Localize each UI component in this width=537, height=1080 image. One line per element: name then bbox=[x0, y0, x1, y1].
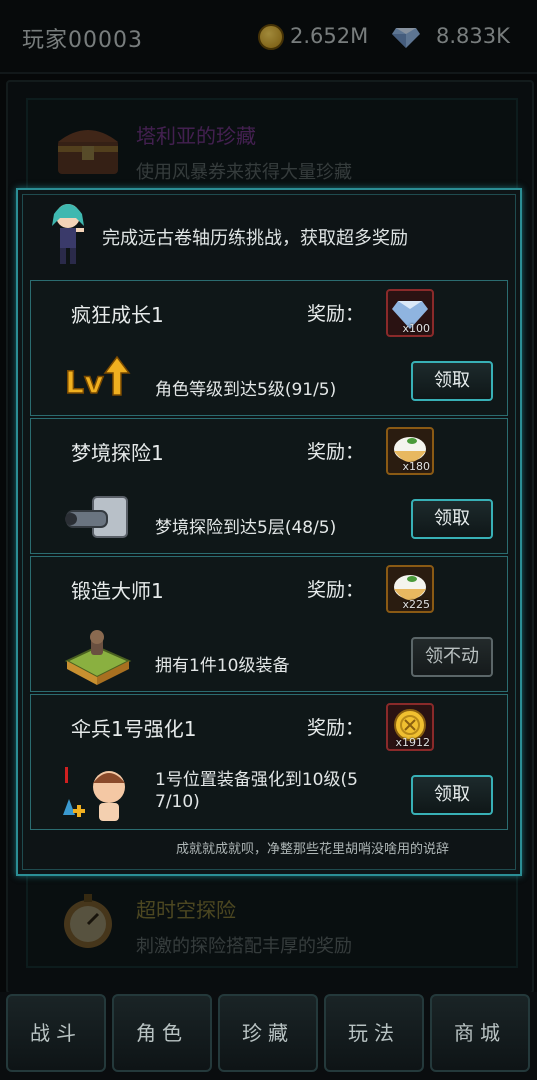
bottom-tab-bar: 战斗 角色 珍藏 玩法 商城 bbox=[0, 992, 537, 1080]
reward-label: 奖励： bbox=[307, 579, 365, 601]
enhance-character-icon bbox=[63, 767, 125, 821]
popup-footnote: 成就就成就呗，净整那些花里胡哨没啥用的说辞 bbox=[176, 842, 450, 857]
rice-bowl-reward-icon[interactable]: x180 bbox=[386, 427, 434, 475]
claim-button[interactable]: 领取 bbox=[411, 775, 493, 815]
task-desc: 角色等级到达5级(91/5) bbox=[155, 380, 337, 400]
reward-count: x180 bbox=[402, 460, 430, 473]
tab-gameplay[interactable]: 玩法 bbox=[324, 994, 424, 1072]
task-desc: 1号位置装备强化到10级(5 7/10) bbox=[155, 769, 395, 813]
cannon-icon bbox=[65, 496, 128, 538]
task-desc: 梦境探险到达5层(48/5) bbox=[155, 518, 337, 538]
claim-button[interactable]: 领取 bbox=[411, 499, 493, 539]
task-row: 锻造大师1 奖励： x225 拥有1件10级装备 领不动 bbox=[30, 556, 508, 692]
task-row: 伞兵1号强化1 奖励： x1912 1号位置装备强化到10级(5 7/10) 领… bbox=[30, 694, 508, 830]
task-name: 锻造大师1 bbox=[71, 579, 164, 603]
task-name: 疯狂成长1 bbox=[71, 303, 164, 327]
task-name: 梦境探险1 bbox=[71, 441, 164, 465]
diamond-reward-icon[interactable]: x100 bbox=[386, 289, 434, 337]
task-desc-line: 7/10) bbox=[155, 792, 200, 812]
task-desc: 拥有1件10级装备 bbox=[155, 656, 290, 676]
level-up-icon: Lv bbox=[64, 355, 131, 402]
reward-label: 奖励： bbox=[307, 441, 365, 463]
tab-battle[interactable]: 战斗 bbox=[6, 994, 106, 1072]
tab-character[interactable]: 角色 bbox=[112, 994, 212, 1072]
reward-count: x100 bbox=[402, 322, 430, 335]
task-row: 梦境探险1 奖励： x180 梦境探险到达5层(48/5) 领取 bbox=[30, 418, 508, 554]
task-row: 疯狂成长1 奖励： x100 Lv 角色等级到达5级(91/5) 领取 bbox=[30, 280, 508, 416]
reward-count: x1912 bbox=[395, 736, 430, 749]
character-avatar-icon bbox=[52, 204, 84, 264]
reward-count: x225 bbox=[402, 598, 430, 611]
reward-label: 奖励： bbox=[307, 717, 365, 739]
gold-coin-reward-icon[interactable]: x1912 bbox=[386, 703, 434, 751]
achievement-popup: 完成远古卷轴历练挑战，获取超多奖励 疯狂成长1 奖励： x100 Lv 角色等级… bbox=[16, 188, 522, 876]
anvil-icon bbox=[64, 630, 132, 685]
claim-button[interactable]: 领取 bbox=[411, 361, 493, 401]
rice-bowl-reward-icon[interactable]: x225 bbox=[386, 565, 434, 613]
task-desc-line: 1号位置装备强化到10级(5 bbox=[155, 770, 358, 790]
claim-button-disabled[interactable]: 领不动 bbox=[411, 637, 493, 677]
tab-shop[interactable]: 商城 bbox=[430, 994, 530, 1072]
popup-header: 完成远古卷轴历练挑战，获取超多奖励 bbox=[102, 228, 408, 249]
svg-text:Lv: Lv bbox=[65, 366, 104, 401]
reward-label: 奖励： bbox=[307, 303, 365, 325]
tab-treasure[interactable]: 珍藏 bbox=[218, 994, 318, 1072]
task-name: 伞兵1号强化1 bbox=[71, 717, 197, 741]
